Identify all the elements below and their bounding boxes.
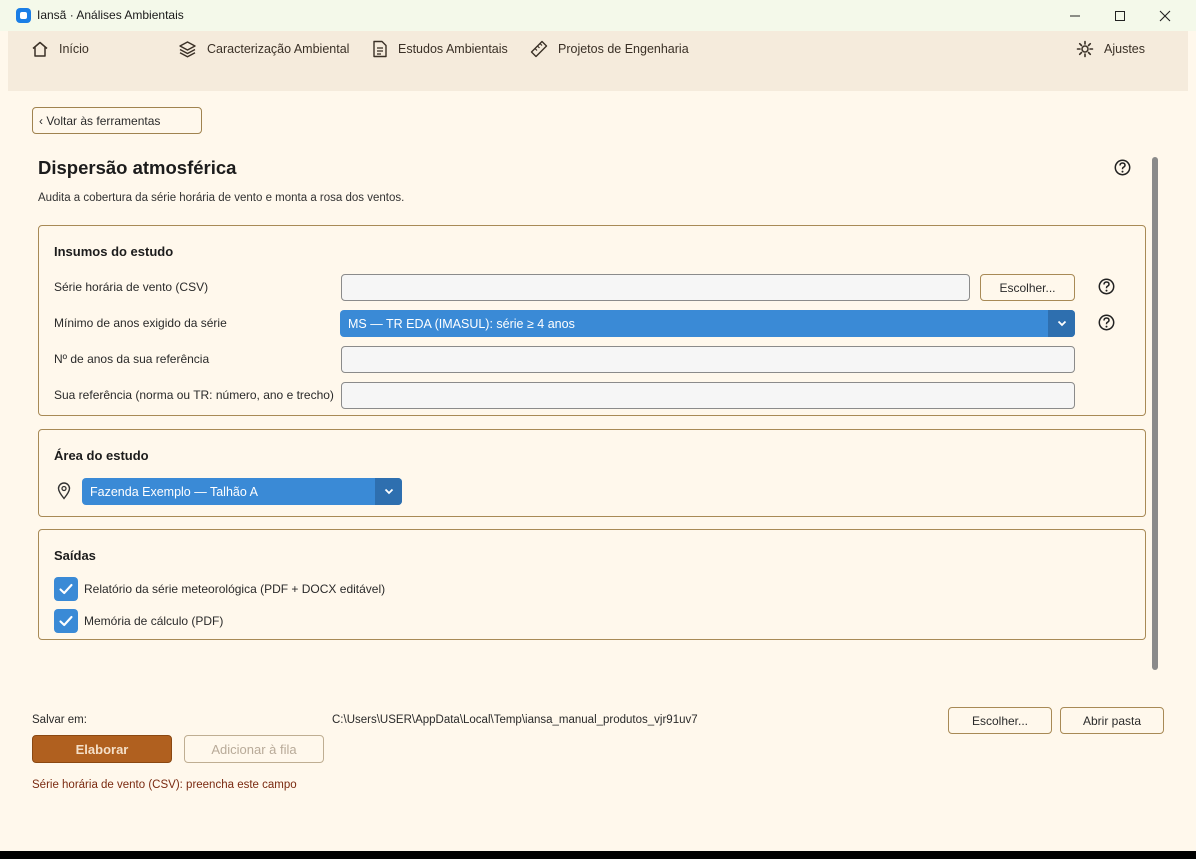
nav-item-label: Caracterização Ambiental	[207, 42, 350, 56]
outputs-card-title: Saídas	[54, 548, 96, 563]
ruler-icon	[530, 40, 548, 58]
min-years-selected: MS — TR EDA (IMASUL): série ≥ 4 anos	[348, 316, 575, 331]
app-logo-icon	[16, 8, 31, 23]
minimize-icon	[1070, 15, 1080, 16]
nav-item-label: Ajustes	[1104, 42, 1145, 56]
min-years-label: Mínimo de anos exigido da série	[54, 316, 227, 330]
open-folder-button[interactable]: Abrir pasta	[1060, 707, 1164, 734]
back-to-tools-button[interactable]: ‹ Voltar às ferramentas	[32, 107, 202, 134]
checkmark-icon	[59, 615, 73, 627]
home-icon	[32, 41, 48, 57]
nav-item-caracterizacao[interactable]: Caracterização Ambiental	[178, 39, 349, 59]
nav-item-label: Estudos Ambientais	[398, 42, 508, 56]
wind-series-label: Série horária de vento (CSV)	[54, 280, 209, 294]
window-title: Iansã · Análises Ambientais	[37, 8, 184, 22]
nav-item-label: Projetos de Engenharia	[558, 42, 689, 56]
chevron-down-icon	[375, 478, 402, 505]
nav-item-estudos[interactable]: Estudos Ambientais	[372, 39, 508, 59]
help-icon[interactable]	[1098, 314, 1115, 331]
save-path: C:\Users\USER\AppData\Local\Temp\iansa_m…	[332, 714, 698, 726]
nav-item-label: Início	[59, 42, 89, 56]
calc-memory-checkbox-label: Memória de cálculo (PDF)	[84, 614, 224, 628]
area-select[interactable]: Fazenda Exemplo — Talhão A	[82, 478, 402, 505]
outputs-card: Saídas Relatório da série meteorológica …	[38, 529, 1146, 640]
page-description: Audita a cobertura da série horária de v…	[38, 192, 405, 204]
ref-years-label: Nº de anos da sua referência	[54, 352, 210, 366]
inputs-card-title: Insumos do estudo	[54, 244, 174, 259]
main-nav: Início Caracterização Ambiental Estudos …	[8, 31, 1188, 91]
location-pin-icon	[57, 482, 71, 500]
wind-series-input[interactable]	[341, 274, 970, 301]
inputs-card: Insumos do estudo Série horária de vento…	[38, 225, 1146, 416]
validation-error: Série horária de vento (CSV): preencha e…	[32, 779, 297, 791]
help-icon[interactable]	[1098, 278, 1115, 295]
maximize-icon	[1115, 10, 1125, 21]
maximize-button[interactable]	[1097, 0, 1143, 31]
nav-item-inicio[interactable]: Início	[31, 39, 89, 59]
checkmark-icon	[59, 583, 73, 595]
choose-folder-button[interactable]: Escolher...	[948, 707, 1052, 734]
reference-label: Sua referência (norma ou TR: número, ano…	[54, 388, 334, 402]
gear-icon	[1076, 40, 1094, 58]
close-icon	[1159, 10, 1171, 21]
chevron-down-icon	[1048, 310, 1075, 337]
report-checkbox-label: Relatório da série meteorológica (PDF + …	[84, 582, 386, 596]
elaborate-button[interactable]: Elaborar	[32, 735, 172, 763]
document-icon	[373, 40, 387, 58]
nav-item-ajustes[interactable]: Ajustes	[1076, 39, 1145, 59]
minimize-button[interactable]	[1052, 0, 1098, 31]
page-title: Dispersão atmosférica	[38, 157, 237, 178]
scrollbar-thumb[interactable]	[1152, 157, 1158, 670]
close-button[interactable]	[1142, 0, 1188, 31]
help-icon[interactable]	[1114, 159, 1131, 176]
calc-memory-checkbox[interactable]	[54, 609, 78, 633]
ref-years-input[interactable]	[341, 346, 1075, 373]
choose-csv-button[interactable]: Escolher...	[980, 274, 1075, 301]
area-selected: Fazenda Exemplo — Talhão A	[90, 484, 258, 499]
title-bar: Iansã · Análises Ambientais	[0, 0, 1196, 31]
report-checkbox[interactable]	[54, 577, 78, 601]
area-card-title: Área do estudo	[54, 448, 149, 463]
reference-input[interactable]	[341, 382, 1075, 409]
min-years-select[interactable]: MS — TR EDA (IMASUL): série ≥ 4 anos	[340, 310, 1075, 337]
app-window: Iansã · Análises Ambientais Início Carac…	[0, 0, 1196, 851]
layers-icon	[179, 41, 196, 58]
add-to-queue-button[interactable]: Adicionar à fila	[184, 735, 324, 763]
nav-item-projetos[interactable]: Projetos de Engenharia	[530, 39, 689, 59]
area-card: Área do estudo Fazenda Exemplo — Talhão …	[38, 429, 1146, 517]
save-location-label: Salvar em:	[32, 714, 87, 726]
